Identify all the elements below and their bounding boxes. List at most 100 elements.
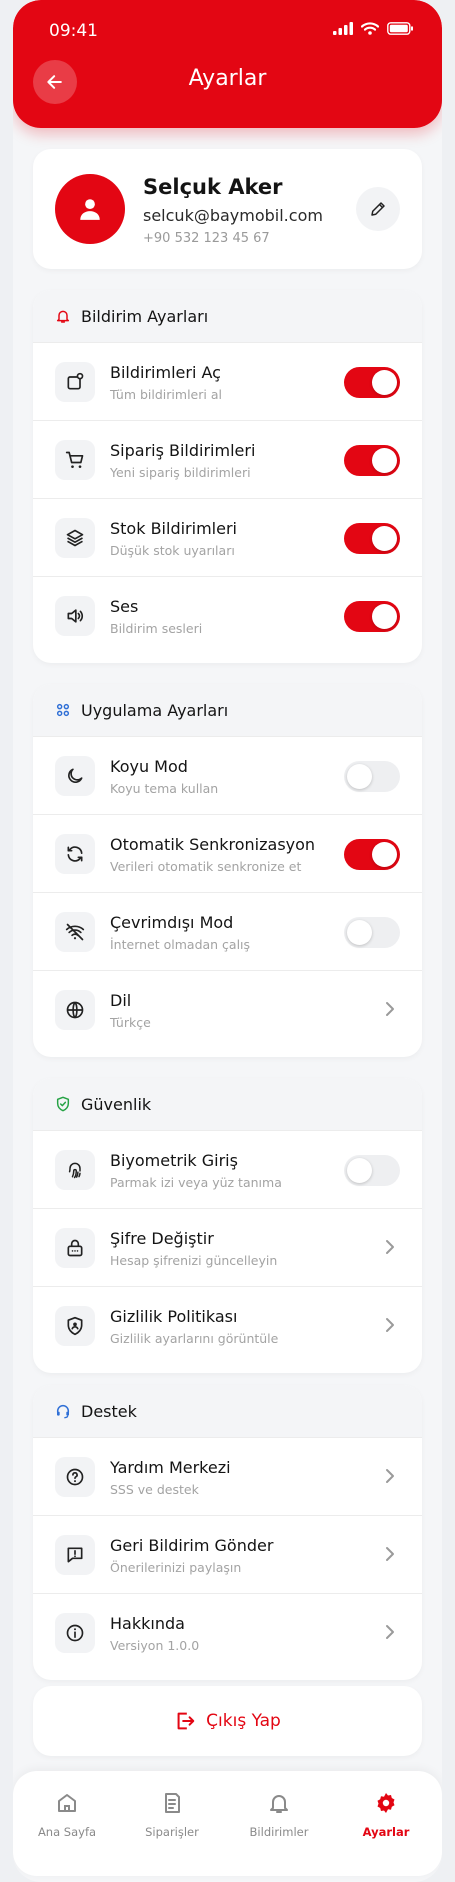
toggle-knob (372, 370, 397, 395)
row-title: Çevrimdışı Mod (110, 913, 234, 932)
sound-toggle[interactable] (344, 601, 400, 632)
row-title: Dil (110, 991, 132, 1010)
nav-home[interactable]: Ana Sayfa (17, 1791, 117, 1839)
dark-mode-toggle[interactable] (344, 761, 400, 792)
section-header: Destek (33, 1385, 422, 1437)
shield-user-icon (55, 1306, 95, 1346)
status-bar: 09:41 (13, 0, 442, 60)
page-title: Ayarlar (188, 66, 267, 91)
row-subtitle: İnternet olmadan çalış (110, 937, 251, 952)
row-title: Stok Bildirimleri (110, 519, 237, 538)
order-notifications-toggle[interactable] (344, 445, 400, 476)
globe-icon (55, 990, 95, 1030)
row-title: Hakkında (110, 1614, 185, 1633)
cart-icon (55, 440, 95, 480)
profile-card: Selçuk Aker selcuk@baymobil.com +90 532 … (33, 149, 422, 269)
settings-row-auto-sync[interactable]: Otomatik Senkronizasyon Verileri otomati… (33, 814, 422, 892)
orders-icon (165, 1793, 180, 1813)
notifications-toggle[interactable] (344, 367, 400, 398)
notification-icon (55, 362, 95, 402)
nav-orders[interactable]: Siparişler (122, 1791, 222, 1839)
section-support: Destek Yardım Merkezi SSS ve destek Geri… (33, 1385, 422, 1680)
toggle-knob (372, 604, 397, 629)
row-subtitle: Düşük stok uyarıları (110, 543, 235, 558)
nav-label: Siparişler (145, 1825, 199, 1839)
row-subtitle: Koyu tema kullan (110, 781, 219, 796)
row-title: Koyu Mod (110, 757, 188, 776)
section-title: Bildirim Ayarları (81, 306, 209, 326)
nav-label: Bildirimler (249, 1825, 309, 1839)
settings-row-send-feedback[interactable]: Geri Bildirim Gönder Önerilerinizi payla… (33, 1515, 422, 1593)
settings-row-privacy-policy[interactable]: Gizlilik Politikası Gizlilik ayarlarını … (33, 1286, 422, 1364)
settings-row-help-center[interactable]: Yardım Merkezi SSS ve destek (33, 1437, 422, 1515)
bottom-nav: Ana Sayfa Siparişler Bildirimler Ayarlar (13, 1771, 442, 1876)
headset-icon (56, 1405, 70, 1419)
logout-label: Çıkış Yap (206, 1711, 281, 1731)
section-title: Güvenlik (81, 1094, 152, 1114)
section-header: Güvenlik (33, 1078, 422, 1130)
section-notifications: Bildirim Ayarları Bildirimleri Aç Tüm bi… (33, 290, 422, 663)
edit-profile-button[interactable] (356, 187, 400, 231)
toggle-knob (347, 920, 372, 945)
moon-icon (55, 756, 95, 796)
settings-row-offline-mode[interactable]: Çevrimdışı Mod İnternet olmadan çalış (33, 892, 422, 970)
settings-row-language[interactable]: Dil Türkçe (33, 970, 422, 1048)
row-subtitle: Türkçe (110, 1015, 151, 1030)
profile-email: selcuk@baymobil.com (143, 206, 323, 225)
offline-mode-toggle[interactable] (344, 917, 400, 948)
toggle-knob (347, 1158, 372, 1183)
nav-notifications[interactable]: Bildirimler (229, 1791, 329, 1839)
header: 09:41 Ayarlar (13, 0, 442, 128)
row-title: Yardım Merkezi (110, 1458, 231, 1477)
biometric-toggle[interactable] (344, 1155, 400, 1186)
settings-row-biometric[interactable]: Biyometrik Giriş Parmak izi veya yüz tan… (33, 1130, 422, 1208)
home-icon (58, 1794, 76, 1812)
chevron-right-icon (386, 1469, 394, 1483)
toggle-knob (372, 842, 397, 867)
pencil-icon (371, 202, 385, 216)
status-time: 09:41 (49, 21, 98, 41)
toggle-knob (372, 526, 397, 551)
nav-settings[interactable]: Ayarlar (336, 1791, 436, 1839)
settings-row-order-notifications[interactable]: Sipariş Bildirimleri Yeni sipariş bildir… (33, 420, 422, 498)
chevron-right-icon (386, 1625, 394, 1639)
row-title: Şifre Değiştir (110, 1229, 214, 1248)
row-subtitle: SSS ve destek (110, 1482, 199, 1497)
apps-icon (56, 703, 70, 717)
section-app-settings: Uygulama Ayarları Koyu Mod Koyu tema kul… (33, 684, 422, 1057)
section-title: Uygulama Ayarları (81, 700, 229, 720)
settings-row-dark-mode[interactable]: Koyu Mod Koyu tema kullan (33, 736, 422, 814)
row-title: Sipariş Bildirimleri (110, 441, 256, 460)
row-title: Biyometrik Giriş (110, 1151, 238, 1170)
feedback-icon (55, 1535, 95, 1575)
chevron-right-icon (386, 1547, 394, 1561)
row-subtitle: Bildirim sesleri (110, 621, 203, 636)
logout-button[interactable]: Çıkış Yap (33, 1686, 422, 1756)
section-header: Uygulama Ayarları (33, 684, 422, 736)
help-icon (55, 1457, 95, 1497)
app-screen: 09:41 Ayarlar Selçuk Aker selcuk@baymobi… (13, 0, 442, 1882)
stock-notifications-toggle[interactable] (344, 523, 400, 554)
row-subtitle: Versiyon 1.0.0 (110, 1638, 200, 1653)
signal-icon (333, 22, 353, 35)
settings-row-about[interactable]: Hakkında Versiyon 1.0.0 (33, 1593, 422, 1671)
gear-icon (377, 1793, 395, 1813)
settings-row-sound[interactable]: Ses Bildirim sesleri (33, 576, 422, 654)
chevron-right-icon (386, 1002, 394, 1016)
toggle-knob (372, 448, 397, 473)
row-title: Gizlilik Politikası (110, 1307, 238, 1326)
settings-row-stock-notifications[interactable]: Stok Bildirimleri Düşük stok uyarıları (33, 498, 422, 576)
row-title: Bildirimleri Aç (110, 363, 221, 382)
avatar (55, 174, 125, 244)
row-subtitle: Yeni sipariş bildirimleri (110, 465, 251, 480)
wifi-icon (361, 22, 379, 35)
auto-sync-toggle[interactable] (344, 839, 400, 870)
row-subtitle: Tüm bildirimleri al (110, 387, 222, 402)
settings-row-change-password[interactable]: Şifre Değiştir Hesap şifrenizi güncelley… (33, 1208, 422, 1286)
row-title: Otomatik Senkronizasyon (110, 835, 316, 854)
info-icon (55, 1613, 95, 1653)
volume-icon (55, 596, 95, 636)
toggle-knob (347, 764, 372, 789)
settings-row-notifications[interactable]: Bildirimleri Aç Tüm bildirimleri al (33, 342, 422, 420)
sync-icon (55, 834, 95, 874)
